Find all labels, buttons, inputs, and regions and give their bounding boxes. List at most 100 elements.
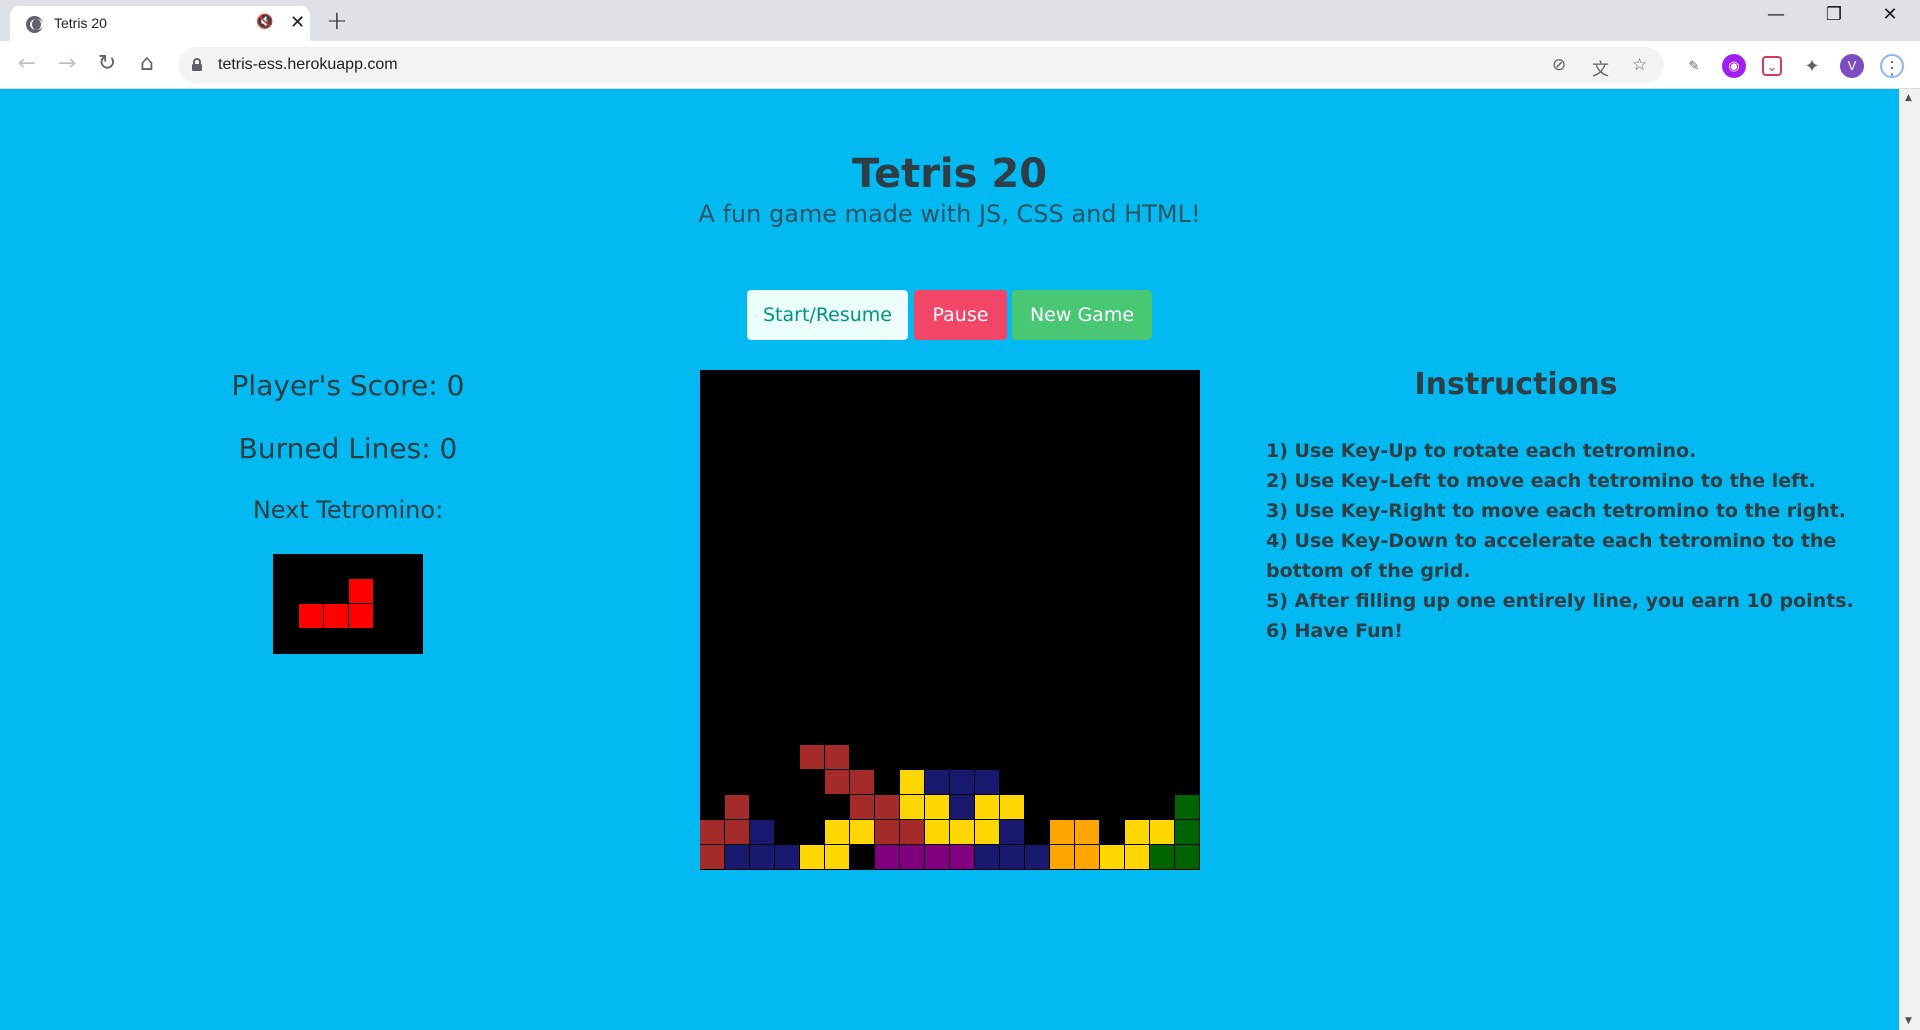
board-block [975,770,999,794]
pause-button[interactable]: Pause [914,290,1007,340]
browser-tabstrip: Tetris 20 🔇 ✕ + — ❐ ✕ [0,0,1920,41]
next-piece-cell [349,579,373,603]
board-block [950,795,974,819]
board-block [825,820,849,844]
board-block [1100,845,1124,869]
restore-button[interactable]: ❐ [1814,4,1854,25]
scroll-up-icon[interactable]: ▲ [1905,93,1912,103]
new-game-button[interactable]: New Game [1012,290,1152,340]
new-tab-button[interactable]: + [326,6,348,36]
board-block [1050,845,1074,869]
board-block [900,795,924,819]
board-block [1175,795,1199,819]
extension-purple-icon[interactable]: ◉ [1722,54,1746,78]
instructions-title: Instructions [1414,367,1618,402]
bookmark-star-icon[interactable]: ☆ [1632,55,1647,75]
board-block [825,770,849,794]
start-resume-button[interactable]: Start/Resume [747,290,908,340]
lock-icon[interactable] [192,58,202,71]
pocket-extension-icon[interactable]: ⌄ [1762,56,1782,76]
board-block [900,820,924,844]
instruction-item: 4) Use Key-Down to accelerate each tetro… [1266,530,1837,582]
board-block [750,845,774,869]
puzzle-extensions-icon[interactable]: ✦ [1800,54,1824,78]
instruction-item: 5) After filling up one entirely line, y… [1266,590,1854,612]
camera-blocked-icon[interactable]: ⊘ [1552,55,1566,75]
next-piece-cell [299,604,323,628]
board-block [1050,820,1074,844]
board-block [725,795,749,819]
board-block [900,770,924,794]
board-block [700,820,724,844]
next-tetromino-label: Next Tetromino: [252,496,444,524]
board-block [950,770,974,794]
board-block [1075,820,1099,844]
board-block [1075,845,1099,869]
board-block [800,845,824,869]
board-block [925,795,949,819]
game-board[interactable] [700,370,1200,870]
board-block [750,820,774,844]
page-content: Tetris 20 A fun game made with JS, CSS a… [0,89,1899,1030]
next-piece-cell [324,604,348,628]
board-block [1000,845,1024,869]
home-icon[interactable]: ⌂ [133,51,161,76]
board-block [800,745,824,769]
board-block [950,820,974,844]
board-block [1175,845,1199,869]
board-block [975,820,999,844]
minimize-button[interactable]: — [1756,4,1796,25]
scroll-down-icon[interactable]: ▼ [1905,1016,1912,1026]
profile-avatar[interactable]: V [1840,54,1864,78]
browser-toolbar: ← → ↻ ⌂ tetris-ess.herokuapp.com ⊘ 文 ☆ ✎… [0,41,1920,89]
board-block [775,845,799,869]
browser-tab[interactable]: Tetris 20 🔇 ✕ [10,6,310,41]
player-score: Player's Score: 0 [231,369,465,402]
board-block [725,845,749,869]
board-block [850,795,874,819]
board-block [950,845,974,869]
page-scrollbar[interactable]: ▲ ▼ [1899,89,1920,1030]
board-block [925,820,949,844]
board-block [975,795,999,819]
mute-icon[interactable]: 🔇 [256,14,273,30]
url-text[interactable]: tetris-ess.herokuapp.com [218,56,398,74]
board-block [825,845,849,869]
reload-icon[interactable]: ↻ [93,51,121,76]
board-block [825,745,849,769]
board-block [1150,845,1174,869]
eyedropper-extension-icon[interactable]: ✎ [1682,54,1706,78]
board-block [700,845,724,869]
board-block [1175,820,1199,844]
back-icon[interactable]: ← [13,51,41,76]
board-block [1000,795,1024,819]
board-block [875,820,899,844]
instruction-item: 1) Use Key-Up to rotate each tetromino. [1266,440,1697,462]
board-block [1125,845,1149,869]
instructions-list: 1) Use Key-Up to rotate each tetromino. … [1266,436,1881,646]
kebab-menu-icon[interactable]: ⋮ [1880,54,1904,78]
board-block [1025,845,1049,869]
board-block [875,795,899,819]
tab-title: Tetris 20 [54,15,107,31]
board-block [975,845,999,869]
board-block [1000,820,1024,844]
page-subtitle: A fun game made with JS, CSS and HTML! [698,200,1201,228]
translate-icon[interactable]: 文 [1592,55,1609,80]
instruction-item: 2) Use Key-Left to move each tetromino t… [1266,470,1816,492]
burned-lines: Burned Lines: 0 [238,432,458,465]
forward-icon[interactable]: → [53,51,81,76]
board-block [925,770,949,794]
board-block [925,845,949,869]
globe-icon [26,16,43,33]
window-close-button[interactable]: ✕ [1870,4,1910,25]
close-tab-icon[interactable]: ✕ [290,12,305,33]
next-tetromino-preview [273,554,423,654]
board-block [875,845,899,869]
page-title: Tetris 20 [851,151,1048,197]
instruction-item: 6) Have Fun! [1266,620,1403,642]
next-piece-cell [349,604,373,628]
board-block [850,770,874,794]
board-block [900,845,924,869]
address-bar[interactable]: tetris-ess.herokuapp.com ⊘ 文 ☆ [178,47,1664,83]
